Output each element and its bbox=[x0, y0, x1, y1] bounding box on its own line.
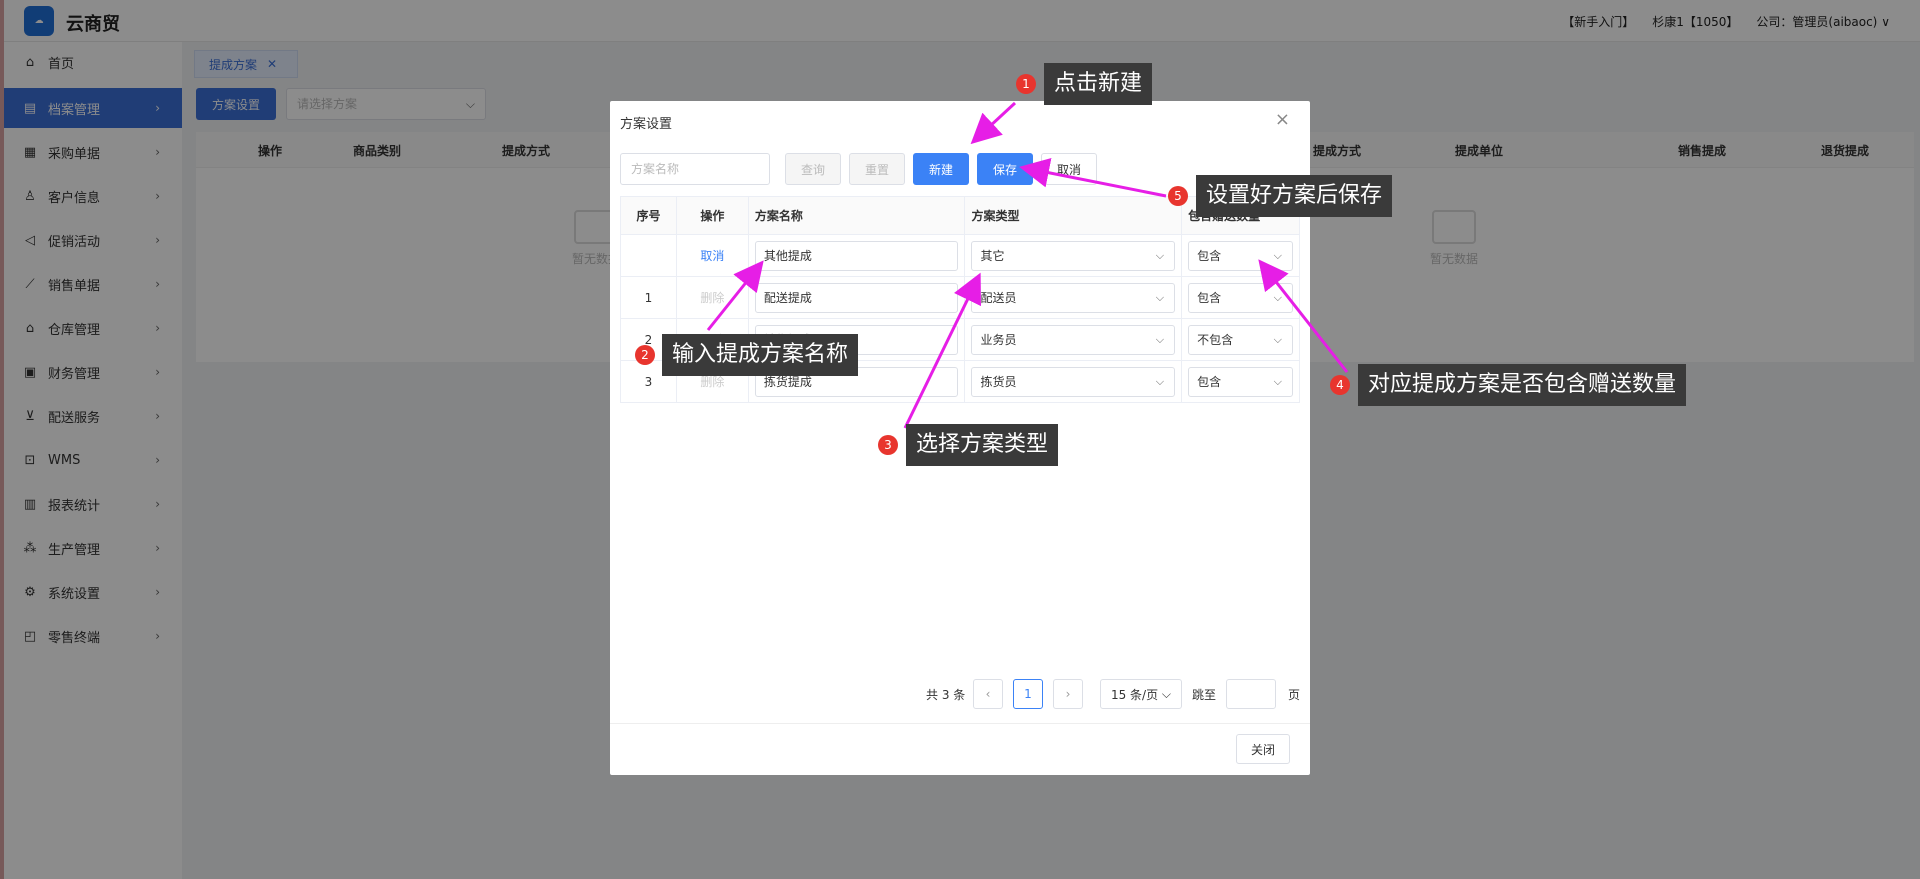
page-size-select[interactable]: 15 条/页 ⌵ bbox=[1100, 679, 1182, 709]
delete-link[interactable]: 删除 bbox=[700, 375, 724, 389]
gift-cell: 不包含 ⌵ bbox=[1181, 318, 1300, 361]
total-count: 共 3 条 bbox=[926, 688, 966, 702]
page-unit-label: 页 bbox=[1288, 688, 1301, 702]
col-header: 操作 bbox=[675, 196, 749, 235]
gift-select[interactable]: 包含 ⌵ bbox=[1188, 366, 1293, 397]
plan-type-value: 其它 bbox=[980, 248, 1005, 263]
gift-cell: 包含 ⌵ bbox=[1181, 234, 1300, 277]
plan-type-value: 业务员 bbox=[980, 332, 1017, 347]
chevron-down-icon: ⌵ bbox=[1273, 332, 1282, 346]
page-number-button[interactable]: 1 bbox=[1013, 679, 1043, 709]
chevron-down-icon: ⌵ bbox=[1155, 248, 1165, 262]
chevron-down-icon: ⌵ bbox=[1155, 332, 1165, 346]
plan-type-select[interactable]: 拣货员 ⌵ bbox=[971, 366, 1176, 397]
plan-type-select[interactable]: 配送员 ⌵ bbox=[971, 282, 1176, 313]
gift-value: 包含 bbox=[1197, 290, 1222, 305]
cancel-link[interactable]: 取消 bbox=[700, 249, 724, 263]
plan-name-input[interactable]: 其他提成 bbox=[754, 240, 959, 271]
chevron-down-icon: ⌵ bbox=[1273, 248, 1282, 262]
callout-step-3: 选择方案类型 bbox=[906, 424, 1059, 466]
step-badge-1: 1 bbox=[1016, 74, 1036, 94]
col-header: 序号 bbox=[620, 196, 677, 235]
dialog-title: 方案设置 bbox=[620, 117, 673, 132]
gift-select[interactable]: 不包含 ⌵ bbox=[1188, 324, 1293, 355]
callout-step-5: 设置好方案后保存 bbox=[1196, 175, 1393, 217]
callout-step-1: 点击新建 bbox=[1044, 63, 1153, 105]
col-header: 方案名称 bbox=[747, 196, 966, 235]
table-row: 1 删除 配送提成 配送员 ⌵ 包含 ⌵ bbox=[620, 276, 1300, 319]
callout-step-4: 对应提成方案是否包含赠送数量 bbox=[1358, 364, 1687, 406]
goto-label: 跳至 bbox=[1192, 688, 1217, 702]
gift-cell: 包含 ⌵ bbox=[1181, 276, 1300, 319]
plan-type-value: 拣货员 bbox=[980, 374, 1017, 389]
chevron-left-icon: ‹ bbox=[985, 687, 991, 701]
name-cell: 配送提成 bbox=[747, 276, 966, 319]
cancel-button[interactable]: 取消 bbox=[1041, 153, 1097, 185]
chevron-down-icon: ⌵ bbox=[1273, 290, 1282, 304]
name-cell: 其他提成 bbox=[747, 234, 966, 277]
chevron-down-icon: ⌵ bbox=[1273, 374, 1282, 388]
gift-value: 包含 bbox=[1197, 374, 1222, 389]
plan-type-value: 配送员 bbox=[980, 290, 1017, 305]
table-row: 取消 其他提成 其它 ⌵ 包含 ⌵ bbox=[620, 234, 1300, 277]
plan-type-select[interactable]: 其它 ⌵ bbox=[971, 240, 1176, 271]
pagination: 共 3 条 ‹ 1 › 15 条/页 ⌵ 跳至 页 bbox=[610, 679, 1310, 709]
callout-step-2: 输入提成方案名称 bbox=[662, 334, 859, 376]
row-action-link[interactable]: 删除 bbox=[675, 276, 749, 319]
query-button[interactable]: 查询 bbox=[785, 153, 841, 185]
new-button[interactable]: 新建 bbox=[913, 153, 969, 185]
close-icon[interactable]: × bbox=[1275, 109, 1290, 130]
gift-cell: 包含 ⌵ bbox=[1181, 360, 1300, 403]
gift-select[interactable]: 包含 ⌵ bbox=[1188, 240, 1293, 271]
goto-page-input[interactable] bbox=[1226, 679, 1276, 709]
chevron-right-icon: › bbox=[1065, 687, 1071, 701]
step-badge-3: 3 bbox=[878, 435, 898, 455]
delete-link[interactable]: 删除 bbox=[700, 291, 724, 305]
step-badge-2: 2 bbox=[635, 345, 655, 365]
step-badge-5: 5 bbox=[1168, 186, 1188, 206]
gift-value: 包含 bbox=[1197, 248, 1222, 263]
reset-button[interactable]: 重置 bbox=[849, 153, 905, 185]
row-index: 1 bbox=[620, 276, 677, 319]
save-button[interactable]: 保存 bbox=[977, 153, 1033, 185]
step-badge-4: 4 bbox=[1330, 375, 1350, 395]
col-header: 方案类型 bbox=[964, 196, 1183, 235]
close-button[interactable]: 关闭 bbox=[1236, 734, 1290, 764]
type-cell: 配送员 ⌵ bbox=[964, 276, 1183, 319]
chevron-down-icon: ⌵ bbox=[1155, 374, 1165, 388]
chevron-down-icon: ⌵ bbox=[1155, 290, 1165, 304]
next-page-button[interactable]: › bbox=[1053, 679, 1083, 709]
row-index bbox=[620, 234, 677, 277]
type-cell: 拣货员 ⌵ bbox=[964, 360, 1183, 403]
type-cell: 业务员 ⌵ bbox=[964, 318, 1183, 361]
page-size-value: 15 条/页 bbox=[1110, 687, 1159, 702]
prev-page-button[interactable]: ‹ bbox=[973, 679, 1003, 709]
row-action-link[interactable]: 取消 bbox=[675, 234, 749, 277]
plan-type-select[interactable]: 业务员 ⌵ bbox=[971, 324, 1176, 355]
gift-select[interactable]: 包含 ⌵ bbox=[1188, 282, 1293, 313]
chevron-down-icon: ⌵ bbox=[1161, 686, 1172, 701]
plan-name-input[interactable]: 配送提成 bbox=[754, 282, 959, 313]
dialog-footer: 关闭 bbox=[610, 723, 1310, 775]
type-cell: 其它 ⌵ bbox=[964, 234, 1183, 277]
plan-name-search-input[interactable]: 方案名称 bbox=[620, 153, 770, 185]
gift-value: 不包含 bbox=[1197, 332, 1234, 347]
